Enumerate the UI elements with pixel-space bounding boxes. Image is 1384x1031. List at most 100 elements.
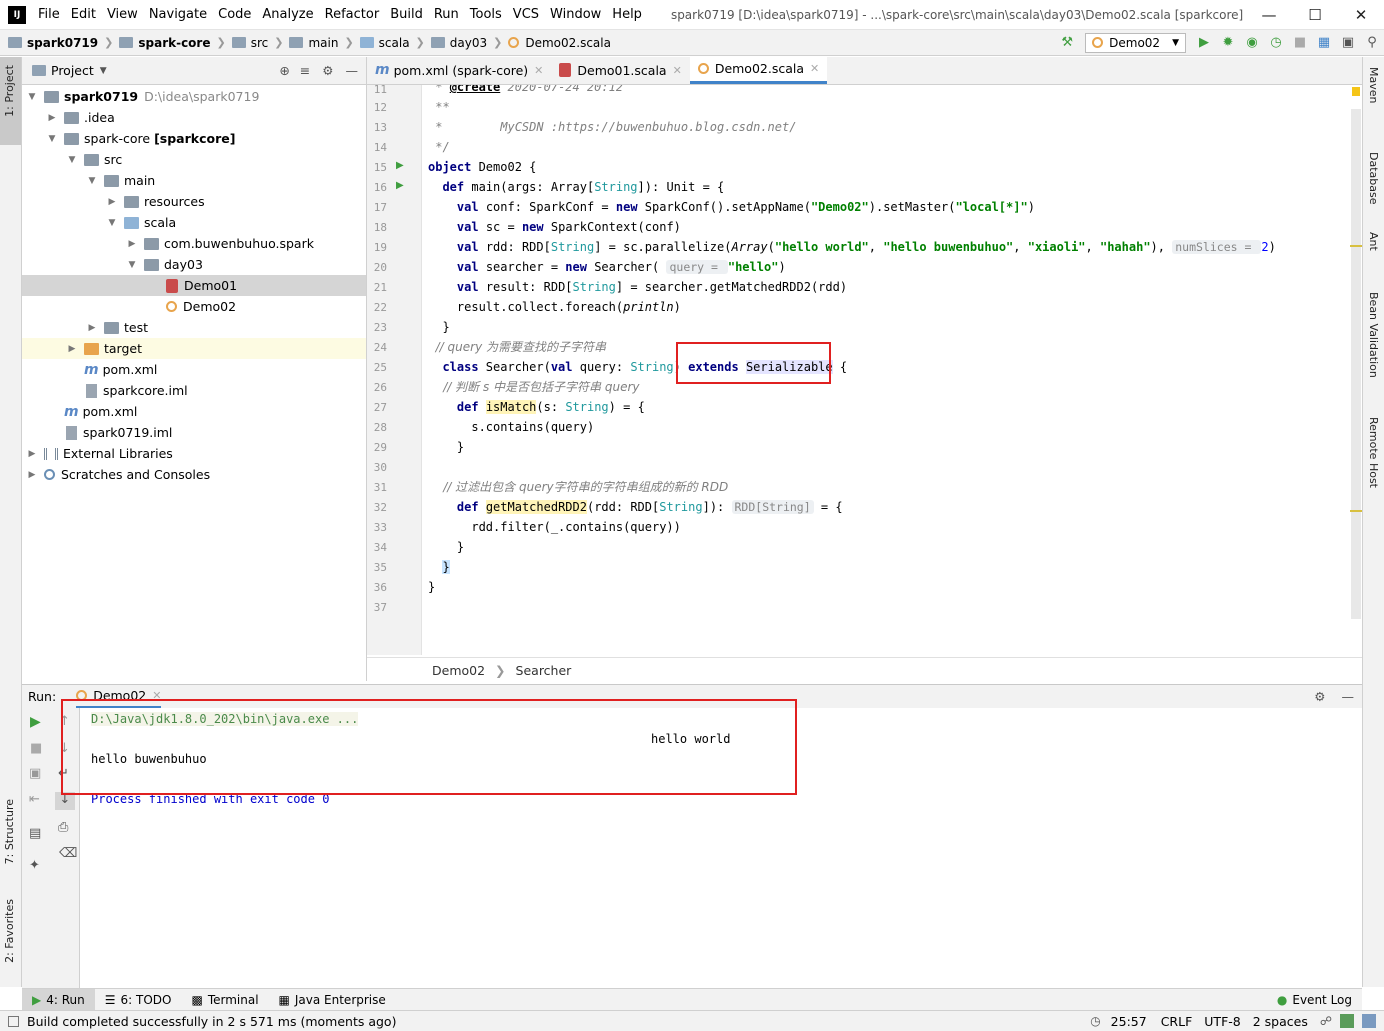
close-tab-icon[interactable]: ✕ [673,64,682,77]
tree-item-main[interactable]: ▼ main [86,170,156,191]
tree-item-demo02[interactable]: Demo02 [166,296,236,317]
stop-icon[interactable]: ■ [1292,35,1308,51]
tree-item-idea[interactable]: ▶ .idea [46,107,115,128]
structure-tool-tab[interactable]: 7: Structure [3,799,16,864]
file-encoding[interactable]: UTF-8 [1204,1014,1240,1029]
gear-icon[interactable]: ⚙ [1314,689,1325,704]
code-editor[interactable]: * @create 2020-07-24 20:12 ** * MyCSDN :… [423,85,1353,655]
menu-window[interactable]: Window [550,7,601,22]
menu-build[interactable]: Build [390,7,423,22]
run-gutter-icon[interactable]: ▶ [396,180,404,191]
presentation-icon[interactable]: ▣ [1340,35,1356,51]
menu-run[interactable]: Run [434,7,459,22]
chevron-down-icon[interactable]: ▼ [100,66,107,76]
crumb-project[interactable]: spark0719 [8,36,98,50]
tooltab-java-enterprise[interactable]: ▦ Java Enterprise [269,989,396,1011]
memory-icon[interactable] [1362,1014,1376,1028]
tree-item-scala[interactable]: ▼ scala [106,212,177,233]
tooltab-terminal[interactable]: ▩ Terminal [181,989,268,1011]
remote-host-tool-tab[interactable]: Remote Host [1367,417,1380,488]
tree-item-iml-root[interactable]: spark0719.iml [66,422,172,443]
maximize-icon[interactable]: ☐ [1292,6,1338,24]
print-icon[interactable]: ⎙ [58,820,68,835]
tree-item-target[interactable]: ▶ target [22,338,366,359]
inspector-icon[interactable] [1340,1014,1354,1028]
build-hammer-icon[interactable]: ⚒ [1059,35,1075,51]
debug-icon[interactable]: ✹ [1220,35,1236,51]
layout-icon[interactable]: ▤ [29,826,41,841]
menu-view[interactable]: View [107,7,138,22]
tab-demo01[interactable]: Demo01.scala ✕ [551,56,689,84]
breadcrumb-class[interactable]: Searcher [516,663,572,678]
lock-icon[interactable]: ☍ [1320,1014,1332,1028]
pin-icon[interactable]: ✦ [29,858,40,873]
tree-item-pom-inner[interactable]: m pom.xml [84,359,157,380]
close-tab-icon[interactable]: ✕ [534,64,543,77]
tooltab-todo[interactable]: ☰ 6: TODO [95,989,182,1011]
tree-item-day03[interactable]: ▼ day03 [126,254,203,275]
stop-icon[interactable]: ■ [30,741,42,756]
run-gutter-icon[interactable]: ▶ [396,160,404,171]
crumb-day03[interactable]: day03 [430,36,487,50]
crumb-scala[interactable]: scala [359,36,410,50]
tree-item-pom-root[interactable]: m pom.xml [64,401,137,422]
menu-refactor[interactable]: Refactor [325,7,380,22]
crumb-main[interactable]: main [289,36,338,50]
menu-edit[interactable]: Edit [71,7,96,22]
tab-pom-xml[interactable]: m pom.xml (spark-core) ✕ [367,56,551,84]
toggle-tool-windows-icon[interactable] [8,1015,19,1027]
editor-gutter[interactable]: 11 12 13 14 15 16 17 18 19 20 21 22 23 2… [367,83,422,655]
menu-code[interactable]: Code [218,7,251,22]
menu-file[interactable]: File [38,7,60,22]
close-tab-icon[interactable]: ✕ [810,62,819,75]
tree-item-root[interactable]: ▼ spark0719 D:\idea\spark0719 [26,86,260,107]
gear-icon[interactable]: ⚙ [322,63,333,78]
tree-item-scratches[interactable]: ▶ Scratches and Consoles [26,464,211,485]
menu-vcs[interactable]: VCS [513,7,539,22]
breadcrumb-object[interactable]: Demo02 [432,663,485,678]
tree-item-resources[interactable]: ▶ resources [106,191,205,212]
tree-item-package[interactable]: ▶ com.buwenbuhuo.spark [126,233,314,254]
menu-analyze[interactable]: Analyze [262,7,313,22]
hide-icon[interactable]: — [346,63,359,78]
tree-item-external-libraries[interactable]: ▶ External Libraries [26,443,173,464]
tree-item-src[interactable]: ▼ src [66,149,123,170]
tooltab-run[interactable]: ▶ 4: Run [22,988,95,1011]
menu-tools[interactable]: Tools [470,7,502,22]
bean-validation-tool-tab[interactable]: Bean Validation [1367,292,1380,378]
indent-setting[interactable]: 2 spaces [1253,1014,1308,1029]
maven-tool-tab[interactable]: Maven [1367,67,1380,103]
search-icon[interactable]: ⚲ [1364,35,1380,51]
tree-item-demo01[interactable]: Demo01 [22,275,366,296]
tree-item-test[interactable]: ▶ test [86,317,148,338]
caret-position[interactable]: 25:57 [1111,1014,1147,1029]
tree-item-spark-core[interactable]: ▼ spark-core [sparkcore] [46,128,236,149]
minimize-icon[interactable]: — [1246,6,1292,24]
hide-icon[interactable]: — [1342,689,1355,704]
favorites-tool-tab[interactable]: 2: Favorites [3,899,16,963]
analysis-status-icon[interactable] [1352,87,1360,96]
crumb-file[interactable]: Demo02.scala [508,36,611,50]
menu-help[interactable]: Help [612,7,642,22]
run-config-select[interactable]: Demo02 ▼ [1085,32,1186,53]
editor-scrollbar[interactable] [1351,109,1361,619]
line-separator[interactable]: CRLF [1161,1014,1193,1029]
collapse-all-icon[interactable]: ≡ [300,63,310,78]
tree-item-iml-inner[interactable]: sparkcore.iml [86,380,188,401]
error-stripe[interactable] [1350,85,1362,655]
coverage-icon[interactable]: ◉ [1244,35,1260,51]
camera-icon[interactable]: ▣ [29,766,41,781]
ant-tool-tab[interactable]: Ant [1367,232,1380,251]
tab-demo02[interactable]: Demo02.scala ✕ [689,56,828,84]
close-icon[interactable]: ✕ [1338,6,1384,24]
run-icon[interactable]: ▶ [1196,35,1212,51]
locate-icon[interactable]: ⊕ [279,63,289,78]
tooltab-event-log[interactable]: ● Event Log [1267,989,1362,1011]
menu-navigate[interactable]: Navigate [149,7,207,22]
database-tool-tab[interactable]: Database [1367,152,1380,205]
project-panel-title[interactable]: Project [51,63,94,78]
trash-icon[interactable]: ⌫ [59,846,77,861]
project-tool-tab[interactable]: 1: Project [3,65,16,117]
profile-icon[interactable]: ◷ [1268,35,1284,51]
crumb-module[interactable]: spark-core [119,36,210,50]
